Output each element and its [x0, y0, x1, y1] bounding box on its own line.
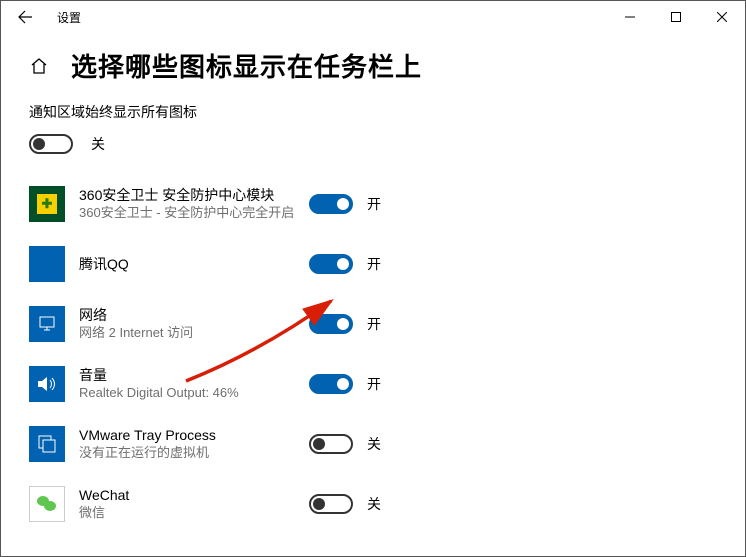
network-icon	[37, 315, 57, 333]
icon-list: ✚360安全卫士 安全防护中心模块360安全卫士 - 安全防护中心完全开启开腾讯…	[29, 174, 717, 534]
item-title: 网络	[79, 306, 309, 324]
item-title: 音量	[79, 366, 309, 384]
maximize-icon	[671, 12, 681, 22]
qq-icon	[29, 246, 65, 282]
close-icon	[717, 12, 727, 22]
item-text: WeChat微信	[79, 486, 309, 521]
item-toggle-label: 关	[367, 434, 381, 454]
list-item: 腾讯QQ 开	[29, 234, 717, 294]
item-toggle[interactable]	[309, 194, 353, 214]
item-toggle-label: 关	[367, 494, 381, 514]
content-area: 通知区域始终显示所有图标 关 ✚ 360安全卫士 安全防护中心模块360安全卫士 …	[1, 102, 745, 534]
home-button[interactable]	[29, 57, 49, 75]
wechat-icon	[35, 494, 59, 514]
minimize-button[interactable]	[607, 1, 653, 33]
item-title: 腾讯QQ	[79, 255, 309, 273]
item-subtitle: 360安全卫士 - 安全防护中心完全开启	[79, 205, 309, 222]
item-text: VMware Tray Process没有正在运行的虚拟机	[79, 426, 309, 461]
item-subtitle: 网络 2 Internet 访问	[79, 325, 309, 342]
vmware-icon	[37, 434, 57, 454]
item-subtitle: 微信	[79, 505, 309, 522]
back-button[interactable]	[9, 1, 41, 33]
item-toggle[interactable]	[309, 254, 353, 274]
app-icon-box	[29, 306, 65, 342]
360-icon: ✚	[37, 194, 57, 214]
item-text: 腾讯QQ	[79, 255, 309, 273]
app-icon-box	[29, 246, 65, 282]
app-icon-box	[29, 486, 65, 522]
window-controls	[607, 1, 745, 33]
item-toggle-label: 开	[367, 254, 381, 274]
list-item: 网络网络 2 Internet 访问 开	[29, 294, 717, 354]
master-toggle[interactable]	[29, 134, 73, 154]
maximize-button[interactable]	[653, 1, 699, 33]
page-header: 选择哪些图标显示在任务栏上	[1, 33, 745, 102]
item-toggle[interactable]	[309, 494, 353, 514]
item-toggle-label: 开	[367, 374, 381, 394]
back-arrow-icon	[17, 9, 33, 25]
item-toggle-label: 开	[367, 314, 381, 334]
item-title: VMware Tray Process	[79, 426, 309, 444]
section-label: 通知区域始终显示所有图标	[29, 102, 717, 122]
home-icon	[30, 57, 48, 75]
item-text: 音量Realtek Digital Output: 46%	[79, 366, 309, 401]
master-toggle-label: 关	[91, 134, 105, 154]
app-icon-box	[29, 426, 65, 462]
list-item: ✚ 360安全卫士 安全防护中心模块360安全卫士 - 安全防护中心完全开启 开	[29, 174, 717, 234]
item-text: 网络网络 2 Internet 访问	[79, 306, 309, 341]
list-item: VMware Tray Process没有正在运行的虚拟机 关	[29, 414, 717, 474]
item-title: WeChat	[79, 486, 309, 504]
app-icon-box	[29, 366, 65, 402]
master-toggle-row: 关	[29, 134, 717, 154]
close-button[interactable]	[699, 1, 745, 33]
item-subtitle: 没有正在运行的虚拟机	[79, 445, 309, 462]
item-subtitle: Realtek Digital Output: 46%	[79, 385, 309, 402]
page-title: 选择哪些图标显示在任务栏上	[71, 47, 422, 84]
item-title: 360安全卫士 安全防护中心模块	[79, 186, 309, 204]
item-toggle[interactable]	[309, 314, 353, 334]
item-toggle-label: 开	[367, 194, 381, 214]
app-icon-box: ✚	[29, 186, 65, 222]
item-toggle[interactable]	[309, 434, 353, 454]
list-item: 音量Realtek Digital Output: 46% 开	[29, 354, 717, 414]
item-text: 360安全卫士 安全防护中心模块360安全卫士 - 安全防护中心完全开启	[79, 186, 309, 221]
item-toggle[interactable]	[309, 374, 353, 394]
minimize-icon	[625, 12, 635, 22]
window-title: 设置	[57, 9, 81, 26]
list-item: WeChat微信 关	[29, 474, 717, 534]
volume-icon	[36, 374, 58, 394]
